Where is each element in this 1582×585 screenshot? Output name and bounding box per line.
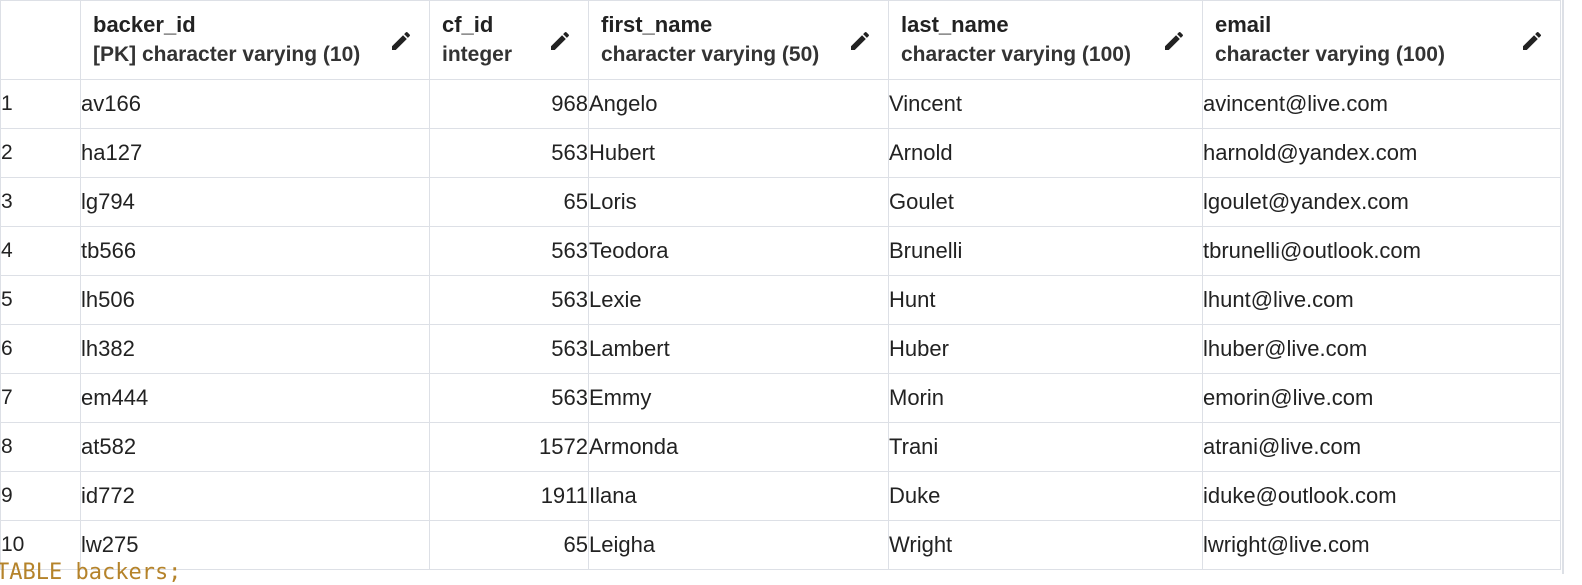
- cell-email[interactable]: lhunt@live.com: [1202, 275, 1561, 325]
- cell-cf-id[interactable]: 563: [429, 226, 589, 276]
- row-number[interactable]: 8: [0, 422, 81, 472]
- cell-last-name[interactable]: Brunelli: [888, 226, 1203, 276]
- table-row[interactable]: 7 em444 563 Emmy Morin emorin@live.com: [0, 373, 1561, 423]
- row-number[interactable]: 9: [0, 471, 81, 521]
- cell-first-name[interactable]: Loris: [588, 177, 889, 227]
- cell-first-name[interactable]: Leigha: [588, 520, 889, 570]
- cell-first-name[interactable]: Teodora: [588, 226, 889, 276]
- column-header-cf-id[interactable]: cf_id integer: [429, 0, 589, 80]
- column-name: backer_id: [93, 12, 196, 37]
- pencil-icon[interactable]: [1520, 29, 1544, 53]
- row-number[interactable]: 7: [0, 373, 81, 423]
- cell-cf-id[interactable]: 563: [429, 324, 589, 374]
- cell-cf-id[interactable]: 563: [429, 275, 589, 325]
- column-type: character varying (50): [601, 43, 820, 66]
- cell-backer-id[interactable]: ha127: [80, 128, 430, 178]
- row-number[interactable]: 1: [0, 79, 81, 129]
- cell-first-name[interactable]: Angelo: [588, 79, 889, 129]
- row-number-header[interactable]: [0, 0, 81, 80]
- column-name: email: [1215, 12, 1272, 37]
- column-name: last_name: [901, 12, 1009, 37]
- column-type: character varying (100): [1215, 43, 1445, 66]
- results-grid: backer_id [PK] character varying (10) cf…: [0, 0, 1564, 574]
- pencil-icon[interactable]: [548, 29, 572, 53]
- table-row[interactable]: 4 tb566 563 Teodora Brunelli tbrunelli@o…: [0, 226, 1561, 276]
- cell-backer-id[interactable]: av166: [80, 79, 430, 129]
- table-row[interactable]: 2 ha127 563 Hubert Arnold harnold@yandex…: [0, 128, 1561, 178]
- column-type: character varying (100): [901, 43, 1131, 66]
- column-header-last-name[interactable]: last_name character varying (100): [888, 0, 1203, 80]
- table-header: backer_id [PK] character varying (10) cf…: [0, 0, 1561, 80]
- pencil-icon[interactable]: [389, 29, 413, 53]
- cell-email[interactable]: harnold@yandex.com: [1202, 128, 1561, 178]
- cell-backer-id[interactable]: em444: [80, 373, 430, 423]
- cell-backer-id[interactable]: lg794: [80, 177, 430, 227]
- table-row[interactable]: 6 lh382 563 Lambert Huber lhuber@live.co…: [0, 324, 1561, 374]
- row-number[interactable]: 6: [0, 324, 81, 374]
- pencil-icon[interactable]: [1162, 29, 1186, 53]
- cell-cf-id[interactable]: 968: [429, 79, 589, 129]
- cell-email[interactable]: avincent@live.com: [1202, 79, 1561, 129]
- row-number[interactable]: 3: [0, 177, 81, 227]
- cell-first-name[interactable]: Hubert: [588, 128, 889, 178]
- cell-last-name[interactable]: Huber: [888, 324, 1203, 374]
- table-row[interactable]: 8 at582 1572 Armonda Trani atrani@live.c…: [0, 422, 1561, 472]
- row-number[interactable]: 2: [0, 128, 81, 178]
- cell-backer-id[interactable]: lh382: [80, 324, 430, 374]
- cell-first-name[interactable]: Lexie: [588, 275, 889, 325]
- column-type: integer: [442, 43, 513, 66]
- column-name: cf_id: [442, 12, 494, 37]
- cell-first-name[interactable]: Ilana: [588, 471, 889, 521]
- row-number[interactable]: 5: [0, 275, 81, 325]
- column-type: [PK] character varying (10): [93, 43, 361, 66]
- table-body: 1 av166 968 Angelo Vincent avincent@live…: [0, 79, 1561, 570]
- table-row[interactable]: 10 lw275 65 Leigha Wright lwright@live.c…: [0, 520, 1561, 570]
- cell-first-name[interactable]: Emmy: [588, 373, 889, 423]
- cell-email[interactable]: atrani@live.com: [1202, 422, 1561, 472]
- cell-email[interactable]: tbrunelli@outlook.com: [1202, 226, 1561, 276]
- cell-last-name[interactable]: Wright: [888, 520, 1203, 570]
- table-row[interactable]: 1 av166 968 Angelo Vincent avincent@live…: [0, 79, 1561, 129]
- cell-backer-id[interactable]: id772: [80, 471, 430, 521]
- cell-cf-id[interactable]: 1572: [429, 422, 589, 472]
- column-header-backer-id[interactable]: backer_id [PK] character varying (10): [80, 0, 430, 80]
- table-row[interactable]: 5 lh506 563 Lexie Hunt lhunt@live.com: [0, 275, 1561, 325]
- cell-last-name[interactable]: Trani: [888, 422, 1203, 472]
- cell-last-name[interactable]: Hunt: [888, 275, 1203, 325]
- cell-email[interactable]: lwright@live.com: [1202, 520, 1561, 570]
- table-row[interactable]: 3 lg794 65 Loris Goulet lgoulet@yandex.c…: [0, 177, 1561, 227]
- cell-backer-id[interactable]: at582: [80, 422, 430, 472]
- cell-cf-id[interactable]: 65: [429, 177, 589, 227]
- cell-last-name[interactable]: Goulet: [888, 177, 1203, 227]
- cell-cf-id[interactable]: 563: [429, 373, 589, 423]
- cell-first-name[interactable]: Lambert: [588, 324, 889, 374]
- column-header-first-name[interactable]: first_name character varying (50): [588, 0, 889, 80]
- data-table: backer_id [PK] character varying (10) cf…: [0, 0, 1561, 570]
- column-name: first_name: [601, 12, 713, 37]
- column-header-email[interactable]: email character varying (100): [1202, 0, 1561, 80]
- pencil-icon[interactable]: [848, 29, 872, 53]
- table-row[interactable]: 9 id772 1911 Ilana Duke iduke@outlook.co…: [0, 471, 1561, 521]
- cell-email[interactable]: lhuber@live.com: [1202, 324, 1561, 374]
- cell-cf-id[interactable]: 563: [429, 128, 589, 178]
- cell-last-name[interactable]: Duke: [888, 471, 1203, 521]
- cell-cf-id[interactable]: 65: [429, 520, 589, 570]
- cell-backer-id[interactable]: tb566: [80, 226, 430, 276]
- cell-first-name[interactable]: Armonda: [588, 422, 889, 472]
- cell-cf-id[interactable]: 1911: [429, 471, 589, 521]
- cell-last-name[interactable]: Arnold: [888, 128, 1203, 178]
- row-number[interactable]: 4: [0, 226, 81, 276]
- cell-email[interactable]: lgoulet@yandex.com: [1202, 177, 1561, 227]
- cell-backer-id[interactable]: lh506: [80, 275, 430, 325]
- background-query-text: TABLE backers;: [0, 560, 182, 585]
- cell-email[interactable]: iduke@outlook.com: [1202, 471, 1561, 521]
- cell-email[interactable]: emorin@live.com: [1202, 373, 1561, 423]
- cell-last-name[interactable]: Vincent: [888, 79, 1203, 129]
- cell-last-name[interactable]: Morin: [888, 373, 1203, 423]
